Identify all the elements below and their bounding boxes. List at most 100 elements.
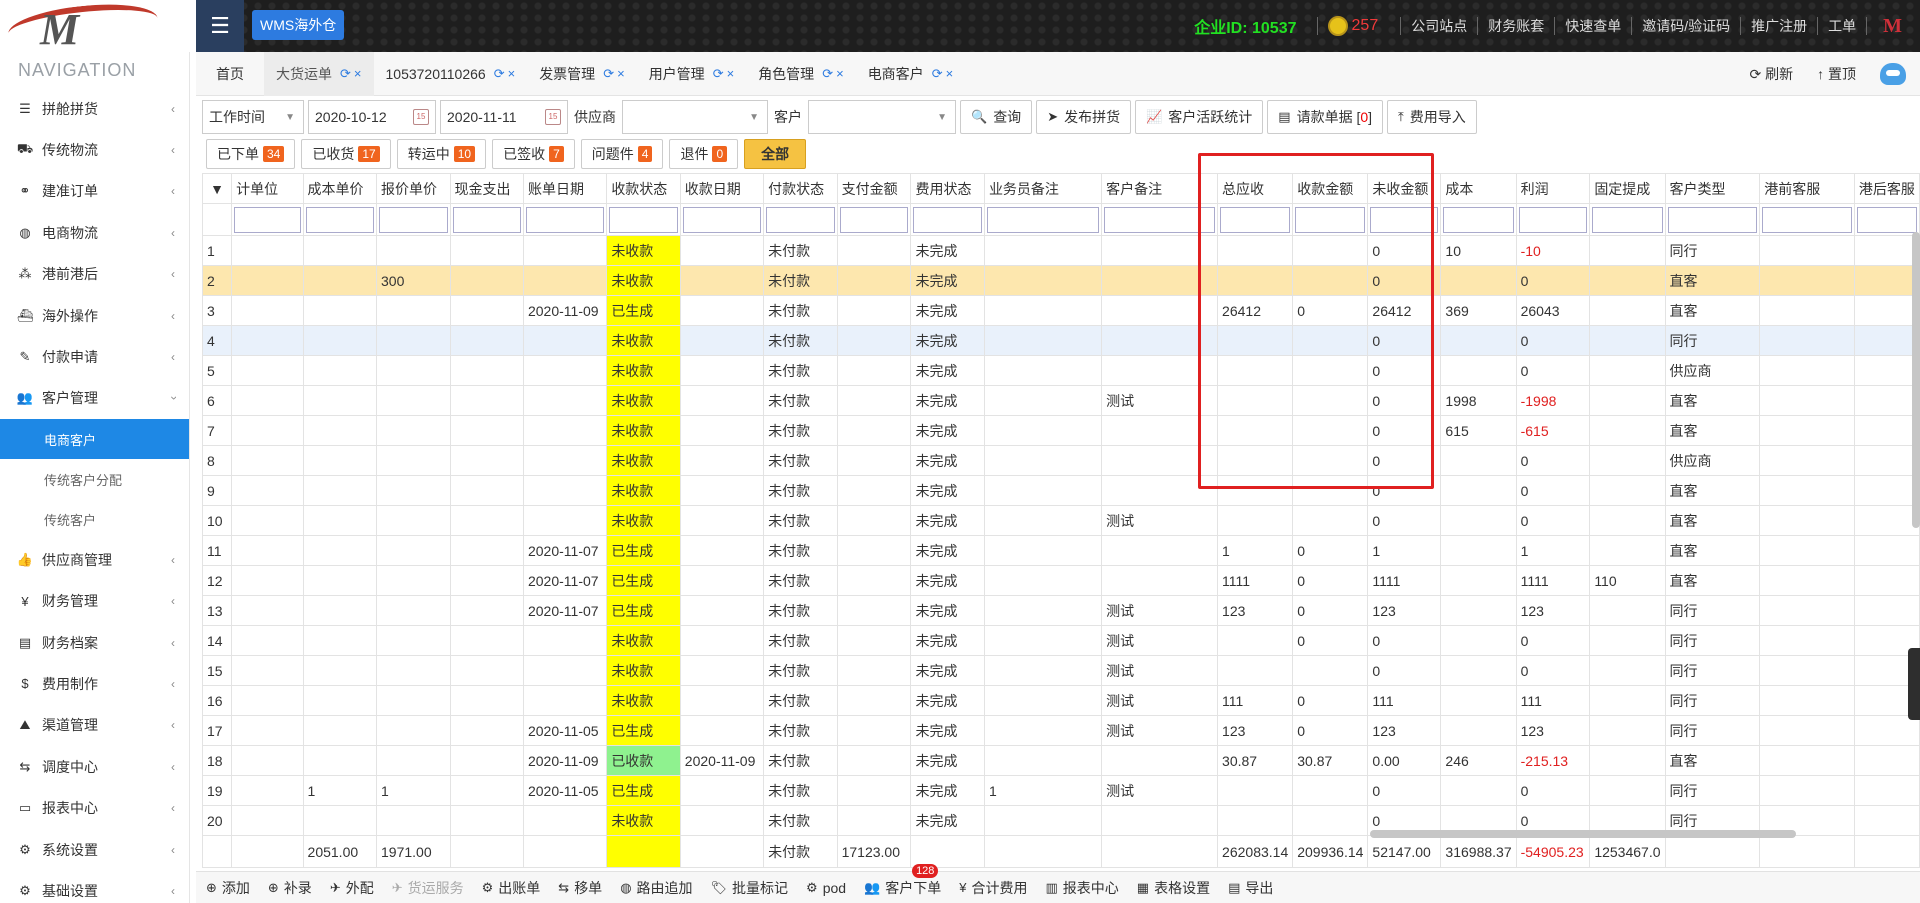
bottom-action-button[interactable]: ⚙ 出账单	[482, 878, 541, 898]
bottom-action-button[interactable]: ▥ 报表中心	[1045, 878, 1118, 898]
table-row[interactable]: 1 未收款 未付款 未完成 0 10 -10 同行	[202, 235, 1920, 266]
bottom-action-button[interactable]: ✈ 货运服务	[392, 878, 464, 898]
column-filter-input[interactable]	[839, 206, 909, 233]
column-header[interactable]: 收款日期	[679, 173, 765, 204]
bottom-action-button[interactable]: 🏷 批量标记	[711, 878, 789, 898]
wms-overseas-button[interactable]: WMS海外仓	[252, 10, 345, 40]
refresh-button[interactable]: ⟳ 刷新	[1749, 64, 1793, 84]
column-header[interactable]: 客户备注	[1101, 173, 1219, 204]
close-icon[interactable]: ×	[617, 66, 625, 81]
table-row[interactable]: 18 2020-11-09 已收款 2020-11-09 未付款 未完成 30.87 30.8…	[202, 745, 1920, 776]
side-widget-handle[interactable]	[1908, 648, 1920, 720]
refresh-icon[interactable]: ⟳	[822, 66, 833, 82]
link-promo-register[interactable]: 推广注册	[1751, 16, 1807, 36]
filter-ordered[interactable]: 已下单 34	[206, 139, 296, 169]
sidebar-item-orders[interactable]: ⚭ 建准订单 ‹	[0, 171, 189, 212]
refresh-icon[interactable]: ⟳	[713, 66, 724, 82]
table-row[interactable]: 10 未收款 未付款 未完成 测试 0 0 直客	[202, 505, 1920, 536]
filter-in-transit[interactable]: 转运中 10	[396, 139, 487, 169]
column-header[interactable]: 总应收	[1217, 173, 1294, 204]
coin-balance[interactable]: 257	[1327, 16, 1378, 36]
payment-request-button[interactable]: ▤ 请款单据 [0]	[1267, 100, 1384, 134]
link-invite-code[interactable]: 邀请码/验证码	[1642, 16, 1730, 36]
customer-select[interactable]: ▼	[808, 100, 956, 134]
column-header[interactable]: 利润	[1515, 173, 1591, 204]
column-header[interactable]: 港前客服	[1759, 173, 1855, 204]
column-header[interactable]: 付款状态	[763, 173, 838, 204]
column-filter-input[interactable]	[305, 206, 375, 233]
tab-role-management[interactable]: 角色管理 ⟳ ×	[746, 52, 856, 96]
sidebar-sub-traditional-customer[interactable]: 传统客户	[0, 499, 189, 539]
column-filter-input[interactable]	[1592, 206, 1663, 233]
query-button[interactable]: 🔍 查询	[960, 100, 1033, 134]
table-row[interactable]: 7 未收款 未付款 未完成 0 615 -615 直客	[202, 415, 1920, 446]
table-row[interactable]: 3 2020-11-09 已生成 未付款 未完成 26412 0 26412 369 26043 直…	[202, 295, 1920, 326]
table-row[interactable]: 17 2020-11-05 已生成 未付款 未完成 测试 123 0 123 123 同行	[202, 715, 1920, 746]
refresh-icon[interactable]: ⟳	[932, 66, 943, 82]
sidebar-item-consolidation[interactable]: ☰ 拼舱拼货 ‹	[0, 88, 189, 129]
column-header[interactable]: 成本单价	[302, 173, 378, 204]
column-filter-input[interactable]	[1370, 206, 1439, 233]
publish-consolidation-button[interactable]: ➤ 发布拼货	[1036, 100, 1132, 134]
bottom-action-button[interactable]: ⇆ 移单	[558, 878, 602, 898]
table-row[interactable]: 11 2020-11-07 已生成 未付款 未完成 1 0 1 1 直客	[202, 535, 1920, 566]
sidebar-item-dispatch[interactable]: ⇆ 调度中心 ‹	[0, 746, 189, 787]
column-filter-input[interactable]	[1443, 206, 1514, 233]
table-row[interactable]: 14 未收款 未付款 未完成 测试 0 0 0 同行	[202, 625, 1920, 656]
table-row[interactable]: 6 未收款 未付款 未完成 测试 0 1998 -1998 直客	[202, 385, 1920, 416]
bottom-action-button[interactable]: 👥 客户下单 128	[864, 863, 941, 898]
close-icon[interactable]: ×	[836, 66, 844, 81]
sidebar-item-fee-making[interactable]: $ 费用制作 ‹	[0, 663, 189, 704]
date-to-input[interactable]: 2020-11-11 15	[440, 100, 568, 134]
close-icon[interactable]: ×	[946, 66, 954, 81]
table-row[interactable]: 13 2020-11-07 已生成 未付款 未完成 测试 123 0 123 123 同行	[202, 595, 1920, 626]
sidebar-item-finance[interactable]: ¥ 财务管理 ‹	[0, 581, 189, 622]
time-type-select[interactable]: 工作时间 ▼	[202, 100, 304, 134]
column-filter-input[interactable]	[1856, 206, 1917, 233]
pin-top-button[interactable]: ↑ 置顶	[1817, 64, 1856, 84]
sidebar-item-payment-request[interactable]: ✎ 付款申请 ‹	[0, 336, 189, 377]
table-row[interactable]: 19 1 1 2020-11-05 已生成 未付款 未完成 1 测试 0 0 同行	[202, 775, 1920, 806]
table-row[interactable]: 16 未收款 未付款 未完成 测试 111 0 111 111 同行	[202, 685, 1920, 716]
filter-signed[interactable]: 已签收 7	[492, 139, 575, 169]
chat-robot-icon[interactable]	[1880, 63, 1906, 85]
column-header[interactable]: 费用状态	[910, 173, 985, 204]
bottom-action-button[interactable]: ✈ 外配	[330, 878, 374, 898]
column-header[interactable]: 固定提成	[1589, 173, 1666, 204]
link-quick-lookup[interactable]: 快速查单	[1565, 16, 1621, 36]
filter-funnel-icon[interactable]: ▼	[202, 173, 233, 204]
tab-waybill-number[interactable]: 1053720110266 ⟳ ×	[374, 52, 528, 96]
refresh-icon[interactable]: ⟳	[340, 66, 351, 82]
close-icon[interactable]: ×	[508, 66, 516, 81]
column-filter-input[interactable]	[913, 206, 982, 233]
sidebar-item-supplier[interactable]: 👍 供应商管理 ‹	[0, 539, 189, 580]
column-filter-input[interactable]	[609, 206, 678, 233]
sidebar-item-customer-management[interactable]: 👥 客户管理 ‹	[0, 378, 189, 419]
column-header[interactable]: 港后客服	[1853, 173, 1920, 204]
sidebar-item-finance-archive[interactable]: ▤ 财务档案 ‹	[0, 622, 189, 663]
tab-ecommerce-customer[interactable]: 电商客户 ⟳ ×	[856, 52, 966, 96]
refresh-icon[interactable]: ⟳	[494, 66, 505, 82]
bottom-action-button[interactable]: ¥ 合计费用	[959, 878, 1027, 898]
fee-import-button[interactable]: ⤒ 费用导入	[1387, 100, 1477, 134]
horizontal-scrollbar[interactable]	[1370, 830, 1796, 838]
refresh-icon[interactable]: ⟳	[603, 66, 614, 82]
link-company-site[interactable]: 公司站点	[1411, 16, 1467, 36]
menu-toggle-icon[interactable]: ☰	[196, 0, 244, 52]
bottom-action-button[interactable]: ▦ 表格设置	[1137, 878, 1210, 898]
sidebar-item-channel[interactable]: ⛰ 渠道管理 ‹	[0, 705, 189, 746]
user-avatar[interactable]: M	[1883, 15, 1902, 38]
sidebar-item-traditional-logistics[interactable]: ⛟ 传统物流 ‹	[0, 129, 189, 170]
column-filter-input[interactable]	[986, 206, 1100, 233]
tab-user-management[interactable]: 用户管理 ⟳ ×	[637, 52, 747, 96]
sidebar-sub-ecommerce-customer[interactable]: 电商客户	[0, 419, 189, 460]
tab-freight-waybill[interactable]: 大货运单 ⟳ ×	[264, 51, 374, 96]
column-header[interactable]: 收款金额	[1292, 173, 1369, 204]
column-header[interactable]: 计单位	[231, 173, 304, 204]
column-header[interactable]: 收款状态	[606, 173, 681, 204]
sidebar-item-system-settings[interactable]: ⚙ 系统设置 ‹	[0, 829, 189, 870]
column-header[interactable]: 业务员备注	[983, 173, 1103, 204]
column-header[interactable]: 客户类型	[1664, 173, 1761, 204]
close-icon[interactable]: ×	[727, 66, 735, 81]
bottom-action-button[interactable]: ⊕ 添加	[206, 878, 250, 898]
